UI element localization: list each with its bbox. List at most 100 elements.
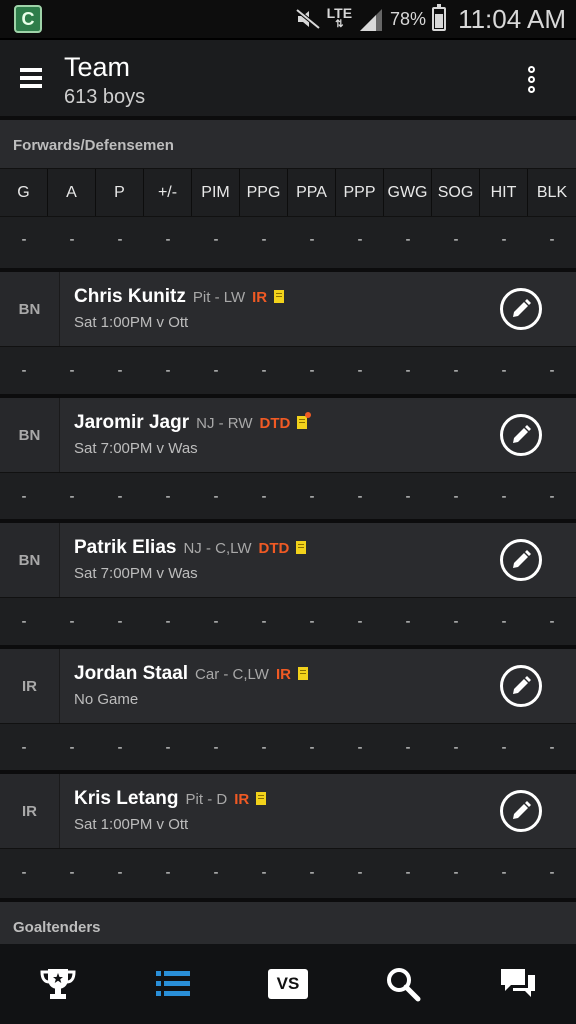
pencil-icon <box>513 299 531 317</box>
nav-roster[interactable] <box>115 944 230 1024</box>
stat-cell: - <box>117 487 123 505</box>
stat-cell: - <box>21 487 27 505</box>
stat-cell: - <box>309 863 315 881</box>
stat-total-cell: - <box>357 231 363 248</box>
stat-cell: - <box>549 487 555 505</box>
stat-cell: - <box>117 738 123 756</box>
player-stats-row: ------------ <box>0 346 576 393</box>
stat-cell: - <box>117 863 123 881</box>
hamburger-menu-icon[interactable] <box>20 68 42 88</box>
stat-column-header-cell[interactable]: PIM <box>192 169 240 217</box>
stat-cell: - <box>405 738 411 756</box>
stat-cell: - <box>549 612 555 630</box>
pencil-icon <box>513 676 531 694</box>
stat-total-cell: - <box>165 231 171 248</box>
stat-cell: - <box>261 863 267 881</box>
roster-slot[interactable]: IR <box>0 649 60 723</box>
news-note-icon[interactable] <box>274 290 285 303</box>
player-team-position: NJ - C,LW <box>183 540 252 557</box>
roster-slot[interactable]: BN <box>0 523 60 597</box>
player-row[interactable]: BN Patrik Elias NJ - C,LW DTD Sat 7:00PM v W… <box>0 523 576 597</box>
stat-total-cell: - <box>69 231 75 248</box>
nav-trophy[interactable] <box>0 944 115 1024</box>
stat-column-header-cell[interactable]: PPA <box>288 169 336 217</box>
roster-slot[interactable]: BN <box>0 272 60 346</box>
stat-cell: - <box>309 487 315 505</box>
player-row[interactable]: BN Jaromir Jagr NJ - RW DTD Sat 7:00PM v Was <box>0 398 576 472</box>
edit-player-button[interactable] <box>500 790 542 832</box>
player-row[interactable]: IR Kris Letang Pit - D IR Sat 1:00PM v Ott <box>0 774 576 848</box>
stat-cell: - <box>69 612 75 630</box>
stat-cell: - <box>213 863 219 881</box>
stat-cell: - <box>213 612 219 630</box>
stat-cell: - <box>69 487 75 505</box>
news-note-icon[interactable] <box>256 792 267 805</box>
stat-column-header-cell[interactable]: SOG <box>432 169 480 217</box>
player-line: Chris Kunitz Pit - LW IR <box>74 286 285 308</box>
stat-column-header-cell[interactable]: PPP <box>336 169 384 217</box>
player-name[interactable]: Jaromir Jagr <box>74 412 189 434</box>
stat-column-header-cell[interactable]: P <box>96 169 144 217</box>
notification-app-icon: C <box>14 5 42 33</box>
game-info: Sat 1:00PM v Ott <box>74 314 189 331</box>
nav-search[interactable] <box>346 944 461 1024</box>
stat-cell: - <box>549 863 555 881</box>
edit-player-button[interactable] <box>500 414 542 456</box>
player-team-position: Pit - D <box>185 791 228 808</box>
stat-column-header-cell[interactable]: A <box>48 169 96 217</box>
player-line: Jordan Staal Car - C,LW IR <box>74 663 308 685</box>
stat-column-header-cell[interactable]: BLK <box>528 169 576 217</box>
roster-slot[interactable]: BN <box>0 398 60 472</box>
roster-slot[interactable]: IR <box>0 774 60 848</box>
stat-cell: - <box>261 361 267 379</box>
stat-cell: - <box>165 863 171 881</box>
player-line: Patrik Elias NJ - C,LW DTD <box>74 537 307 559</box>
stat-column-header-cell[interactable]: HIT <box>480 169 528 217</box>
stat-cell: - <box>501 487 507 505</box>
search-icon <box>387 968 421 1002</box>
game-info: Sat 1:00PM v Ott <box>74 816 189 833</box>
player-name[interactable]: Patrik Elias <box>74 537 176 559</box>
news-alert-dot <box>305 412 312 418</box>
edit-player-button[interactable] <box>500 665 542 707</box>
status-icons: LTE ⇅ 78% 11:04 AM <box>295 0 566 38</box>
app-bar: Team 613 boys <box>0 38 576 116</box>
stat-column-header-cell[interactable]: G <box>0 169 48 217</box>
news-note-icon[interactable] <box>297 667 308 680</box>
stat-cell: - <box>261 738 267 756</box>
stat-cell: - <box>69 361 75 379</box>
stat-column-header-cell[interactable]: GWG <box>384 169 432 217</box>
overflow-menu-icon[interactable] <box>528 66 536 94</box>
stat-totals-row: ------------ <box>0 216 576 262</box>
stat-column-header: G A P +/- PIM PPG PPA PPP GWG SOG HIT BLK <box>0 168 576 217</box>
stat-column-header-cell[interactable]: +/- <box>144 169 192 217</box>
edit-player-button[interactable] <box>500 288 542 330</box>
mute-icon <box>295 8 320 30</box>
stat-cell: - <box>309 612 315 630</box>
stat-cell: - <box>357 863 363 881</box>
section-header-forwards: Forwards/Defensemen <box>0 120 576 168</box>
player-info: Jaromir Jagr NJ - RW DTD Sat 7:00PM v Was <box>74 412 312 457</box>
player-stats-row: ------------ <box>0 723 576 770</box>
stat-cell: - <box>165 361 171 379</box>
nav-matchup[interactable]: VS <box>230 944 345 1024</box>
news-note-icon[interactable] <box>296 541 307 554</box>
stat-cell: - <box>453 487 459 505</box>
injury-status: IR <box>252 289 268 306</box>
player-row[interactable]: IR Jordan Staal Car - C,LW IR No Game <box>0 649 576 723</box>
stat-cell: - <box>357 612 363 630</box>
nav-messages[interactable] <box>461 944 576 1024</box>
stat-cell: - <box>165 612 171 630</box>
edit-player-button[interactable] <box>500 539 542 581</box>
battery-level <box>435 14 444 28</box>
news-note-icon[interactable] <box>297 412 312 429</box>
player-info: Patrik Elias NJ - C,LW DTD Sat 7:00PM v Was <box>74 537 307 582</box>
player-name[interactable]: Kris Letang <box>74 788 179 810</box>
player-name[interactable]: Chris Kunitz <box>74 286 186 308</box>
player-name[interactable]: Jordan Staal <box>74 663 188 685</box>
stat-column-header-cell[interactable]: PPG <box>240 169 288 217</box>
stat-cell: - <box>117 361 123 379</box>
player-row[interactable]: BN Chris Kunitz Pit - LW IR Sat 1:00PM v Ott <box>0 272 576 346</box>
chat-icon <box>501 969 536 997</box>
stat-cell: - <box>501 863 507 881</box>
